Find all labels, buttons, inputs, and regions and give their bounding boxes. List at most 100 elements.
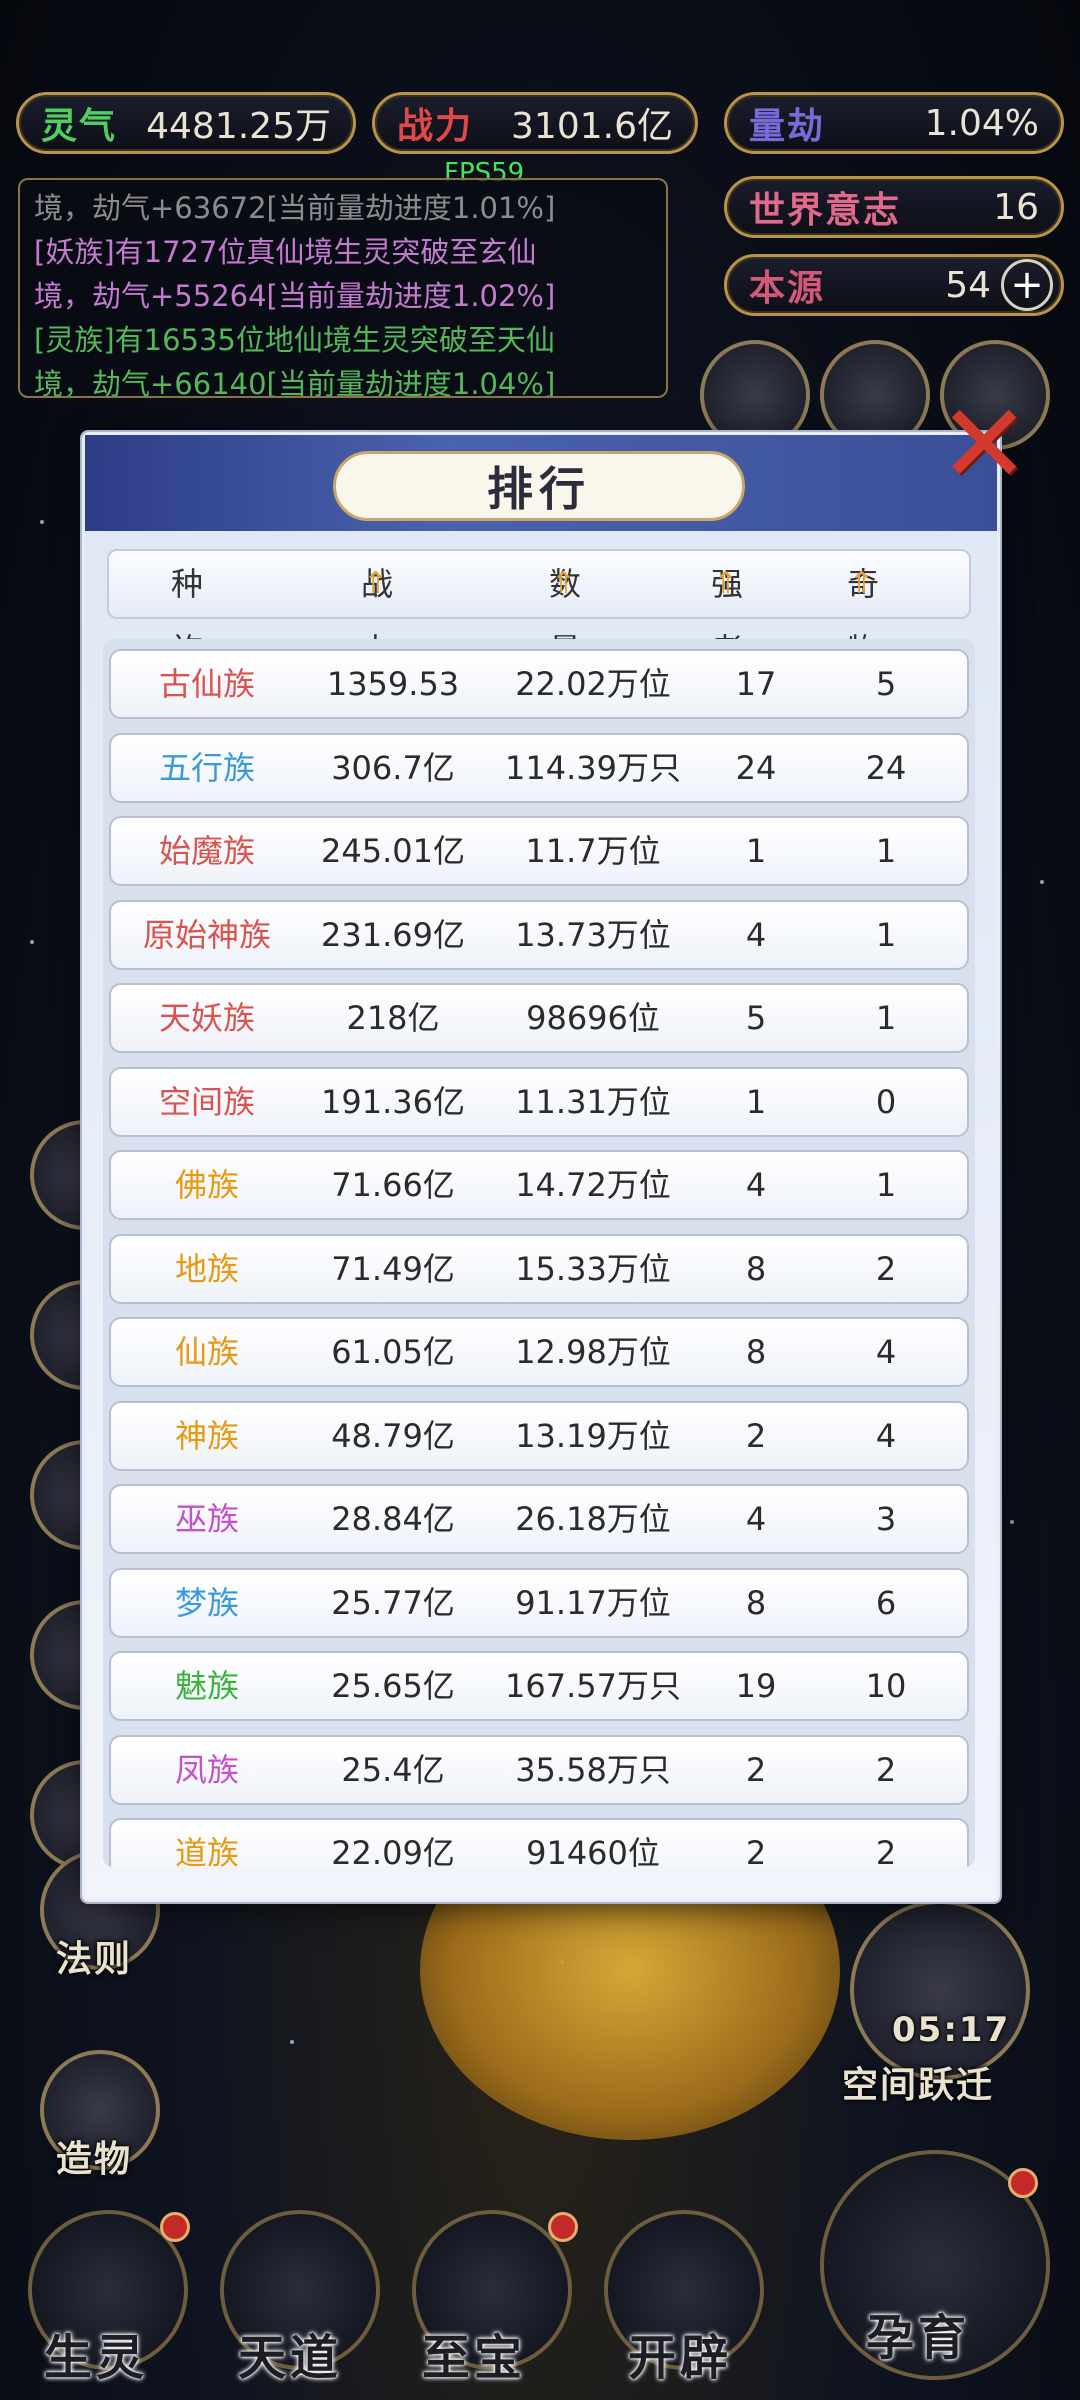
background-star <box>1040 880 1044 884</box>
table-row[interactable]: 梦族 25.77亿 91.17万位 8 6 <box>109 1567 969 1638</box>
strong-cell: 2 <box>745 1416 767 1455</box>
items-cell: 1 <box>875 1166 897 1204</box>
race-name-cell: 佛族 <box>174 1166 239 1204</box>
power-cell: 25.77亿 <box>331 1583 455 1622</box>
nav-tiandao-label[interactable]: 天道 <box>238 2318 342 2388</box>
strong-cell: 8 <box>745 1249 767 1288</box>
stat-liangjie-label: 量劫 <box>749 106 826 147</box>
table-row[interactable]: 魅族 25.65亿 167.57万只 19 10 <box>109 1651 969 1721</box>
power-cell: 245.01亿 <box>321 832 465 870</box>
table-row[interactable]: 空间族 191.36亿 11.31万位 1 0 <box>109 1066 969 1137</box>
items-cell: 4 <box>875 1416 897 1455</box>
table-row[interactable]: 巫族 28.84亿 26.18万位 4 3 <box>109 1484 969 1554</box>
race-name-cell: 古仙族 <box>158 665 255 703</box>
race-name-cell: 地族 <box>174 1249 239 1288</box>
count-cell: 15.33万位 <box>515 1249 671 1288</box>
stat-world-will-label: 世界意志 <box>749 190 902 231</box>
count-cell: 91.17万位 <box>515 1583 671 1622</box>
items-cell: 1 <box>875 915 897 954</box>
count-cell: 22.02万位 <box>515 665 671 703</box>
create-button-label[interactable]: 造物 <box>56 2130 132 2182</box>
power-cell: 218亿 <box>346 999 440 1037</box>
strong-cell: 24 <box>735 748 777 787</box>
close-icon[interactable]: ✕ <box>938 389 1030 499</box>
stat-zhanli-label: 战力 <box>397 106 474 147</box>
strong-cell: 5 <box>745 999 767 1037</box>
stat-world-will[interactable]: 世界意志 16 <box>724 176 1064 238</box>
table-row[interactable]: 道族 22.09亿 91460位 2 2 <box>109 1818 969 1867</box>
count-cell: 13.73万位 <box>515 915 671 954</box>
column-header-bar: 种族 战力⇑ 数量⇑ 强者⇑ 奇物⇑ <box>107 549 971 669</box>
power-cell: 231.69亿 <box>321 915 465 954</box>
items-cell: 0 <box>875 1082 897 1121</box>
stat-zhanli-value: 3101.6亿 <box>511 106 673 147</box>
background-star <box>290 2040 294 2044</box>
power-cell: 71.66亿 <box>331 1166 455 1204</box>
race-name-cell: 天妖族 <box>158 999 255 1037</box>
race-name-cell: 五行族 <box>158 748 255 787</box>
nav-kaipi-label[interactable]: 开辟 <box>628 2318 732 2388</box>
stat-world-will-value: 16 <box>993 186 1039 228</box>
race-name-cell: 原始神族 <box>142 915 271 954</box>
table-row[interactable]: 仙族 61.05亿 12.98万位 8 4 <box>109 1317 969 1387</box>
race-name-cell: 梦族 <box>174 1583 239 1622</box>
add-origin-button[interactable]: + <box>1001 259 1053 311</box>
items-cell: 5 <box>875 665 897 703</box>
stat-lingqi-value: 4481.25万 <box>146 106 331 147</box>
race-name-cell: 神族 <box>174 1416 239 1455</box>
nav-yunyu-label[interactable]: 孕育 <box>866 2298 970 2368</box>
power-cell: 28.84亿 <box>331 1500 455 1538</box>
count-cell: 98696位 <box>526 999 660 1037</box>
stat-zhanli[interactable]: 战力 3101.6亿 <box>372 92 698 154</box>
log-line: [灵族]有16535位地仙境生灵突破至天仙 <box>34 323 555 357</box>
log-line: 境，劫气+66140[当前量劫进度1.04%] <box>34 367 556 398</box>
table-row[interactable]: 神族 48.79亿 13.19万位 2 4 <box>109 1400 969 1471</box>
log-line: 境，劫气+63672[当前量劫进度1.01%] <box>34 191 556 225</box>
items-cell: 4 <box>875 1333 897 1371</box>
power-cell: 22.09亿 <box>331 1834 455 1867</box>
notification-dot <box>160 2212 190 2242</box>
stat-origin-label: 本源 <box>749 268 826 309</box>
table-row[interactable]: 天妖族 218亿 98696位 5 1 <box>109 983 969 1053</box>
table-row[interactable]: 地族 71.49亿 15.33万位 8 2 <box>109 1233 969 1304</box>
power-cell: 61.05亿 <box>331 1333 455 1371</box>
items-cell: 2 <box>875 1750 897 1789</box>
strong-cell: 2 <box>745 1750 767 1789</box>
law-button-label[interactable]: 法则 <box>56 1930 132 1982</box>
count-cell: 35.58万只 <box>515 1750 671 1789</box>
table-row[interactable]: 凤族 25.4亿 35.58万只 2 2 <box>109 1734 969 1805</box>
table-row[interactable]: 原始神族 231.69亿 13.73万位 4 1 <box>109 899 969 970</box>
stat-lingqi-label: 灵气 <box>41 106 118 147</box>
nav-shengling-label[interactable]: 生灵 <box>44 2318 148 2388</box>
race-name-cell: 仙族 <box>174 1333 239 1371</box>
strong-cell: 17 <box>735 665 777 703</box>
nav-zhibao-label[interactable]: 至宝 <box>422 2318 526 2388</box>
count-cell: 114.39万只 <box>505 748 681 787</box>
items-cell: 2 <box>875 1834 897 1867</box>
table-row[interactable]: 古仙族1359.53亿22.02万位175 <box>109 649 969 769</box>
table-row[interactable]: 佛族 71.66亿 14.72万位 4 1 <box>109 1150 969 1220</box>
space-jump-timer: 05:17 <box>892 2010 1011 2050</box>
event-log[interactable]: 境，劫气+63672[当前量劫进度1.01%] [妖族]有1727位真仙境生灵突… <box>18 178 668 398</box>
items-cell: 3 <box>875 1500 897 1538</box>
table-row[interactable]: 五行族 306.7亿 114.39万只 24 24 <box>109 732 969 803</box>
power-cell: 25.4亿 <box>341 1750 445 1789</box>
count-cell: 14.72万位 <box>515 1166 671 1204</box>
race-name-cell: 始魔族 <box>158 832 255 870</box>
count-cell: 91460位 <box>526 1834 660 1867</box>
table-row[interactable]: 始魔族 245.01亿 11.7万位 1 1 <box>109 816 969 886</box>
stat-lingqi[interactable]: 灵气 4481.25万 <box>16 92 356 154</box>
space-jump-icon[interactable] <box>850 1900 1030 2080</box>
ranking-dialog: 排行 种族 战力⇑ 数量⇑ 强者⇑ 奇物⇑ 古仙族1359.53亿22.02万位… <box>82 432 1000 1902</box>
race-name-cell: 巫族 <box>174 1500 239 1538</box>
space-jump-label[interactable]: 空间跃迁 <box>842 2056 994 2108</box>
stat-origin[interactable]: 本源 54 + <box>724 254 1064 316</box>
items-cell: 10 <box>865 1667 907 1705</box>
items-cell: 6 <box>875 1583 897 1622</box>
log-line: 境，劫气+55264[当前量劫进度1.02%] <box>34 279 556 313</box>
strong-cell: 1 <box>745 1082 767 1121</box>
ranking-table[interactable]: 古仙族1359.53亿22.02万位175五行族306.7亿114.39万只24… <box>103 639 975 1867</box>
log-line: [妖族]有1727位真仙境生灵突破至玄仙 <box>34 235 537 269</box>
count-cell: 26.18万位 <box>515 1500 671 1538</box>
stat-liangjie[interactable]: 量劫 1.04% <box>724 92 1064 154</box>
